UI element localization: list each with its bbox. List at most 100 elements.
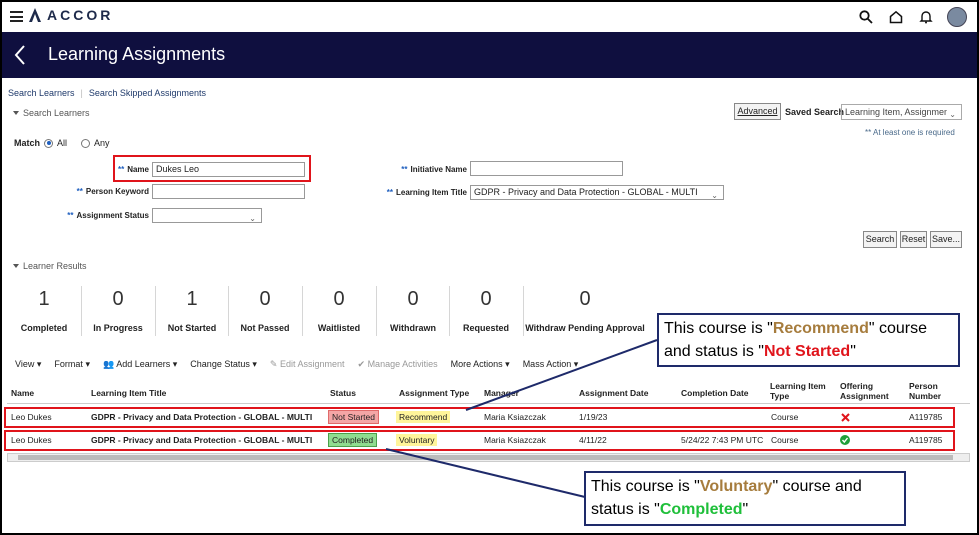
callout-status: Not Started bbox=[763, 343, 851, 360]
stat-value: 0 bbox=[333, 288, 345, 310]
assignment-status-label-text: Assignment Status bbox=[76, 211, 149, 220]
manage-activities-label: Manage Activities bbox=[367, 359, 438, 369]
column-header-name[interactable]: Name bbox=[11, 388, 34, 398]
caret-down-icon: ▾ bbox=[573, 359, 579, 369]
advanced-button[interactable]: Advanced bbox=[734, 103, 781, 120]
required-marker: ** bbox=[67, 211, 74, 220]
search-button[interactable]: Search bbox=[863, 231, 897, 248]
stat-label: In Progress bbox=[93, 323, 143, 333]
chevron-down-icon: ⌄ bbox=[711, 191, 718, 200]
stat-waitlisted[interactable]: 0 Waitlisted bbox=[303, 285, 375, 337]
saved-search-select[interactable]: Learning Item, Assignment ⌄ bbox=[841, 104, 962, 120]
callout-assignment-type: Voluntary bbox=[699, 478, 773, 495]
callout-text: This course is " bbox=[664, 320, 773, 337]
learning-item-title-label-text: Learning Item Title bbox=[396, 188, 467, 197]
callout-status: Completed bbox=[659, 501, 743, 518]
match-all-label: All bbox=[57, 138, 68, 148]
initiative-name-input[interactable] bbox=[470, 161, 623, 176]
global-top-bar: ACCOR bbox=[2, 2, 977, 32]
match-all-radio[interactable] bbox=[44, 138, 54, 148]
page-header: Learning Assignments bbox=[2, 32, 977, 78]
learner-results-section-header[interactable]: Learner Results bbox=[13, 261, 87, 271]
search-learners-section-header[interactable]: Search Learners bbox=[13, 108, 90, 118]
scrollbar-thumb[interactable] bbox=[18, 455, 953, 460]
stat-not-passed[interactable]: 0 Not Passed bbox=[229, 285, 301, 337]
view-menu-label: View bbox=[15, 359, 35, 369]
callout-recommend-not-started: This course is "Recommend" course and st… bbox=[657, 313, 960, 367]
stat-value: 0 bbox=[259, 288, 271, 310]
manage-activities-button[interactable]: ✔ Manage Activities bbox=[358, 359, 438, 370]
stat-withdrawn[interactable]: 0 Withdrawn bbox=[377, 285, 449, 337]
save-button[interactable]: Save... bbox=[930, 231, 962, 248]
format-menu[interactable]: Format ▾ bbox=[54, 359, 90, 370]
column-header-person-number[interactable]: Person Number bbox=[909, 381, 941, 401]
stat-label: Withdrawn bbox=[390, 323, 436, 333]
column-header-offering-assignment[interactable]: Offering Assignment bbox=[840, 381, 889, 401]
brand-name: ACCOR bbox=[47, 7, 114, 23]
column-header-learning-item-type[interactable]: Learning Item Type bbox=[770, 381, 826, 401]
search-learners-link[interactable]: Search Learners bbox=[8, 88, 75, 98]
brand-logo[interactable]: ACCOR bbox=[28, 7, 113, 23]
required-marker: ** bbox=[386, 188, 394, 197]
learning-item-title-select[interactable]: GDPR - Privacy and Data Protection - GLO… bbox=[470, 185, 724, 200]
caret-down-icon: ▾ bbox=[505, 359, 510, 369]
stat-value: 1 bbox=[186, 288, 198, 310]
stat-withdraw-pending-approval[interactable]: 0 Withdraw Pending Approval bbox=[524, 285, 646, 337]
column-header-assignment-type[interactable]: Assignment Type bbox=[399, 388, 469, 398]
format-menu-label: Format bbox=[54, 359, 83, 369]
add-user-icon: 👥 bbox=[102, 359, 115, 369]
chevron-down-icon: ⌄ bbox=[947, 108, 956, 119]
saved-search-label: Saved Search bbox=[785, 107, 845, 117]
column-header-status[interactable]: Status bbox=[330, 388, 356, 398]
required-marker: ** bbox=[76, 187, 83, 196]
view-menu[interactable]: View ▾ bbox=[15, 359, 41, 370]
more-actions-menu[interactable]: More Actions ▾ bbox=[451, 359, 510, 370]
stat-in-progress[interactable]: 0 In Progress bbox=[82, 285, 154, 337]
assignment-status-select[interactable]: ⌄ bbox=[152, 208, 262, 223]
column-header-learning-item-title[interactable]: Learning Item Title bbox=[91, 388, 166, 398]
match-any-label: Any bbox=[94, 138, 110, 148]
search-skipped-assignments-link[interactable]: Search Skipped Assignments bbox=[89, 88, 206, 98]
stat-label: Not Started bbox=[167, 323, 217, 333]
match-any-radio[interactable] bbox=[81, 138, 91, 148]
initiative-name-label-text: Initiative Name bbox=[410, 165, 467, 174]
reset-button[interactable]: Reset bbox=[900, 231, 927, 248]
add-learners-menu[interactable]: 👥 Add Learners ▾ bbox=[103, 359, 177, 370]
stat-value: 0 bbox=[480, 288, 492, 310]
person-keyword-label: ** Person Keyword bbox=[62, 187, 149, 196]
stat-requested[interactable]: 0 Requested bbox=[450, 285, 522, 337]
stat-completed[interactable]: 1 Completed bbox=[8, 285, 80, 337]
notification-bell-icon[interactable] bbox=[917, 8, 935, 26]
mass-action-label: Mass Action bbox=[522, 359, 572, 369]
user-avatar[interactable] bbox=[947, 7, 967, 27]
chevron-down-icon: ⌄ bbox=[249, 214, 256, 223]
change-status-label: Change Status bbox=[190, 359, 250, 369]
column-header-line: Offering bbox=[840, 381, 874, 391]
callout-text: This course is " bbox=[591, 478, 700, 495]
stat-label: Withdraw Pending Approval bbox=[525, 323, 645, 333]
home-icon[interactable] bbox=[887, 8, 905, 26]
learning-item-title-value: GDPR - Privacy and Data Protection - GLO… bbox=[474, 187, 698, 197]
column-header-manager[interactable]: Manager bbox=[484, 388, 519, 398]
edit-assignment-button[interactable]: ✎ Edit Assignment bbox=[270, 359, 345, 370]
stat-value: 0 bbox=[112, 288, 124, 310]
stat-not-started[interactable]: 1 Not Started bbox=[156, 285, 228, 337]
pencil-icon: ✎ bbox=[269, 359, 278, 369]
hamburger-menu-icon[interactable] bbox=[10, 11, 23, 22]
header-divider bbox=[7, 403, 970, 404]
search-icon[interactable] bbox=[857, 8, 875, 26]
collapse-triangle-icon bbox=[13, 264, 19, 268]
row-highlight bbox=[4, 407, 955, 428]
callout-text: " bbox=[850, 343, 856, 360]
change-status-menu[interactable]: Change Status ▾ bbox=[190, 359, 257, 370]
column-header-completion-date[interactable]: Completion Date bbox=[681, 388, 749, 398]
column-header-line: Number bbox=[909, 391, 942, 401]
required-note: ** At least one is required bbox=[865, 128, 955, 137]
column-header-assignment-date[interactable]: Assignment Date bbox=[579, 388, 648, 398]
mass-action-menu[interactable]: Mass Action ▾ bbox=[523, 359, 579, 370]
horizontal-scrollbar[interactable] bbox=[7, 453, 970, 462]
more-actions-label: More Actions bbox=[450, 359, 503, 369]
person-keyword-input[interactable] bbox=[152, 184, 305, 199]
check-circle-icon: ✔ bbox=[357, 359, 366, 369]
back-chevron-icon[interactable] bbox=[14, 45, 26, 65]
